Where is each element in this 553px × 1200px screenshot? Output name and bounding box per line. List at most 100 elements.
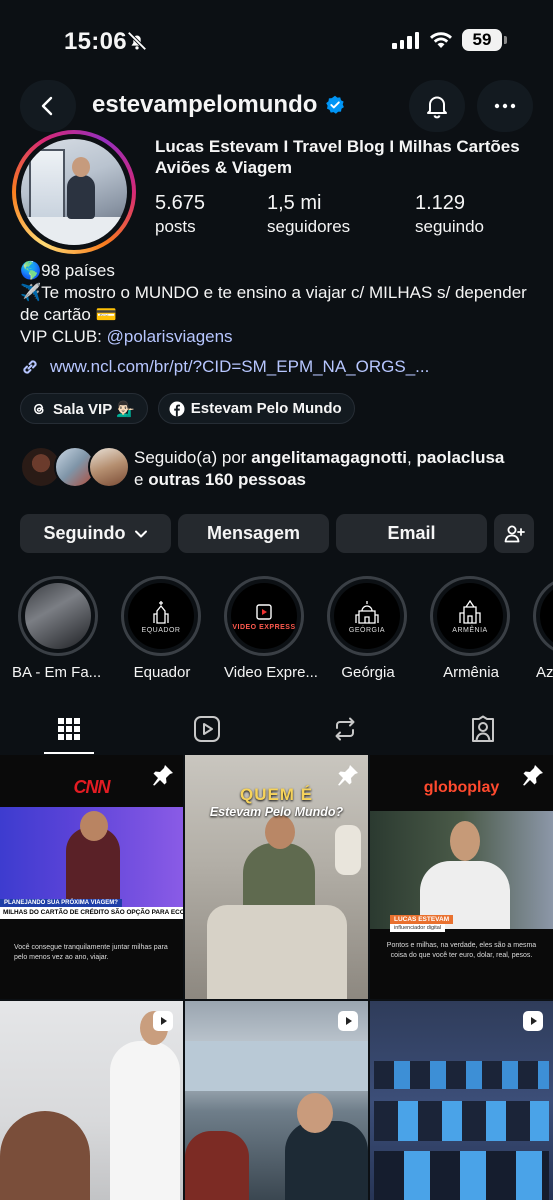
email-button-label: Email (387, 523, 436, 543)
status-bar: 15:06 59 (0, 0, 553, 80)
tab-reposts[interactable] (285, 704, 405, 754)
grid-post[interactable] (0, 1001, 183, 1200)
bio-vip-prefix: VIP CLUB: (20, 327, 107, 346)
highlight-ring: ARMÊNIA (430, 576, 510, 656)
post-photo (370, 811, 553, 929)
mutual-others: outras 160 pessoas (148, 470, 306, 489)
post-title-line1: QUEM É (239, 785, 314, 804)
post-photo-seat (207, 905, 347, 999)
highlight-label: Armênia (443, 664, 499, 681)
message-button-label: Mensagem (206, 523, 301, 543)
avatar-person-graphic (67, 175, 95, 219)
stat-posts[interactable]: 5.675 posts (155, 192, 205, 237)
mutual-avatar-3 (88, 446, 130, 488)
stat-following[interactable]: 1.129 seguindo (415, 192, 484, 237)
more-horizontal-icon (494, 103, 516, 109)
highlight-item[interactable]: BA - Em Fa... (12, 576, 101, 681)
highlight-item[interactable]: VIDEO EXPRESS Video Expre... (224, 576, 318, 681)
highlight-cover-text: EQUADOR (141, 626, 181, 634)
post-photo-head (265, 815, 295, 849)
highlight-cover-text: VIDEO EXPRESS (232, 623, 296, 631)
profile-header: estevampelomundo (0, 80, 553, 132)
chevron-down-icon (134, 530, 147, 537)
bio-line-countries: 🌎98 países (20, 261, 115, 280)
username-text: estevampelomundo (92, 91, 318, 118)
grid-post[interactable]: CNN PLANEJANDO SUA PRÓXIMA VIAGEM? MILHA… (0, 755, 183, 999)
stat-followers-label: seguidores (267, 217, 351, 236)
highlight-cover: EQUADOR (128, 583, 194, 649)
highlight-cover: ARMÊNIA (437, 583, 503, 649)
tab-reels[interactable] (147, 704, 267, 754)
post-lower-third-sub: influenciador digital (390, 924, 446, 932)
stat-followers[interactable]: 1,5 mi seguidores (267, 192, 350, 237)
highlight-item[interactable]: ARMÊNIA Armênia (430, 576, 512, 681)
grid-post[interactable]: globoplay LUCAS ESTEVAM influenciador di… (370, 755, 553, 999)
post-banner-main: MILHAS DO CARTÃO DE CRÉDITO SÃO OPÇÃO PA… (0, 907, 183, 919)
highlight-ring (18, 576, 98, 656)
reel-icon (338, 1011, 358, 1031)
post-photo-head (80, 811, 108, 841)
chip-sala-vip[interactable]: Sala VIP 💁🏻‍♂️ (20, 393, 148, 424)
tab-tagged[interactable] (423, 704, 543, 754)
highlight-cover: GEÓRGIA (334, 583, 400, 649)
highlight-item[interactable]: Az (533, 576, 553, 681)
notifications-button[interactable] (409, 80, 465, 132)
highlight-cover (540, 583, 553, 649)
story-ring[interactable] (12, 130, 136, 254)
bio-line-description: ✈️Te mostro o MUNDO e te ensino a viajar… (20, 283, 527, 324)
highlight-ring: GEÓRGIA (327, 576, 407, 656)
following-button[interactable]: Seguindo (20, 514, 171, 553)
stat-following-value: 1.129 (415, 192, 466, 214)
post-lower-third-name: LUCAS ESTEVAM (390, 915, 454, 924)
post-photo-head (297, 1093, 333, 1133)
highlight-label: BA - Em Fa... (12, 664, 102, 681)
mutual-mid: e (134, 470, 149, 489)
more-options-button[interactable] (477, 80, 533, 132)
grid-post[interactable] (370, 1001, 553, 1200)
post-photo-head (450, 821, 480, 861)
email-button[interactable]: Email (336, 514, 487, 553)
back-button[interactable] (20, 80, 76, 132)
stat-posts-label: posts (155, 217, 196, 236)
avatar-head-graphic (72, 157, 90, 177)
highlight-item[interactable]: EQUADOR Equador (121, 576, 203, 681)
highlight-cover-text: ARMÊNIA (452, 626, 488, 634)
post-photo-window (335, 825, 361, 875)
following-button-label: Seguindo (43, 523, 126, 543)
avatar (21, 139, 127, 245)
grid-post[interactable] (185, 1001, 368, 1200)
chip-facebook-label: Estevam Pelo Mundo (190, 400, 342, 417)
highlight-label: Geórgia (341, 664, 395, 681)
verified-badge-icon (326, 95, 345, 114)
pin-icon (338, 765, 358, 786)
suggested-users-button[interactable] (494, 514, 534, 553)
message-button[interactable]: Mensagem (178, 514, 329, 553)
tagged-user-icon (472, 715, 494, 742)
post-photo-person-1 (185, 1131, 249, 1200)
video-express-icon (256, 603, 272, 620)
mutual-followers-text[interactable]: Seguido(a) por angelitamagagnotti, paola… (134, 447, 534, 491)
highlight-cover: VIDEO EXPRESS (231, 583, 297, 649)
avatar-window-graphic (29, 149, 65, 219)
post-caption: Pontos e milhas, na verdade, eles são a … (386, 942, 537, 959)
pin-icon (153, 765, 173, 786)
grid-post[interactable]: QUEM É Estevam Pelo Mundo? (185, 755, 368, 999)
bio-link[interactable]: www.ncl.com/br/pt/?CID=SM_EPM_NA_ORGS_..… (20, 357, 429, 377)
stat-following-label: seguindo (415, 217, 485, 236)
reel-icon (523, 1011, 543, 1031)
profile-username: estevampelomundo (92, 91, 345, 119)
chip-facebook[interactable]: Estevam Pelo Mundo (157, 393, 355, 424)
tab-grid[interactable] (9, 704, 129, 754)
highlight-item[interactable]: GEÓRGIA Geórgia (327, 576, 409, 681)
profile-full-name: Lucas Estevam I Travel Blog I Milhas Car… (155, 137, 520, 177)
cellular-signal-icon (392, 32, 419, 49)
wifi-icon (430, 32, 452, 48)
bio-vip-mention[interactable]: @polarisviagens (107, 327, 233, 346)
highlight-label: Video Expre... (224, 664, 318, 681)
add-person-icon (504, 525, 525, 542)
silent-mode-icon (127, 31, 147, 51)
post-photo-patient (0, 1111, 90, 1200)
avatar-bed-graphic (21, 217, 127, 245)
bio-line-vip: VIP CLUB: @polarisviagens (20, 326, 540, 348)
reel-icon (153, 1011, 173, 1031)
